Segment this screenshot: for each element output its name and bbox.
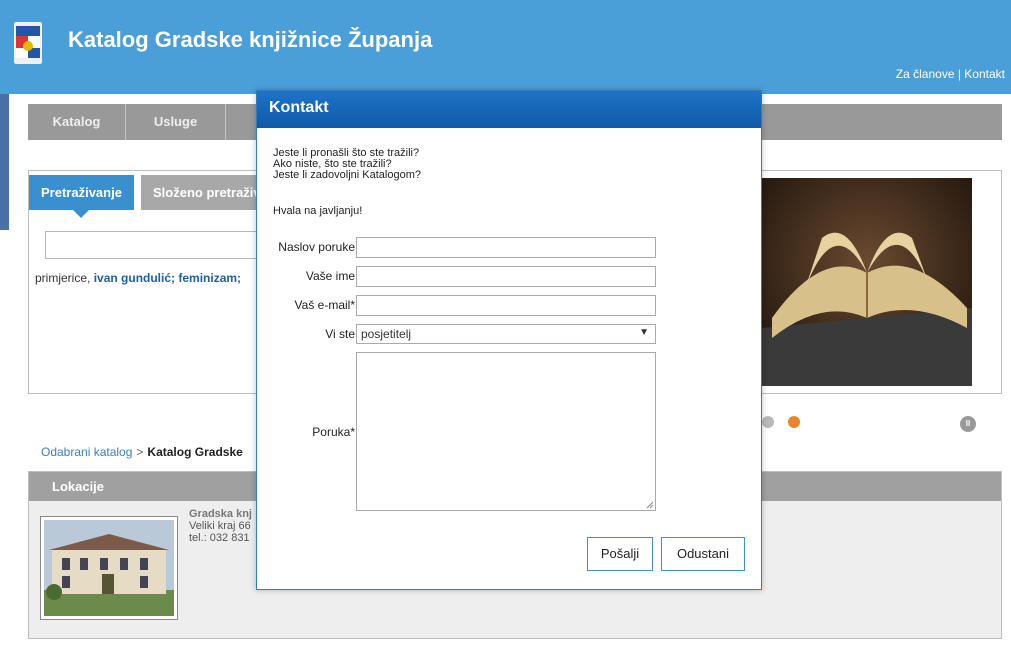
tab-advanced-search[interactable]: Složeno pretraživ	[141, 175, 261, 210]
dialog-thanks: Hvala na javljanju!	[273, 205, 363, 217]
library-building-image	[44, 520, 174, 616]
location-address: Veliki kraj 66	[189, 520, 251, 532]
nav-item-usluge[interactable]: Usluge	[126, 104, 226, 140]
open-book-image	[762, 178, 972, 386]
left-accent-strip	[0, 94, 9, 230]
location-info: Gradska knj Veliki kraj 66 tel.: 032 831	[189, 508, 252, 544]
slide-dot[interactable]	[762, 416, 774, 428]
slideshow-image	[762, 178, 972, 386]
resize-handle-icon[interactable]	[646, 501, 654, 509]
site-header: Katalog Gradske knjižnice Županja Za čla…	[0, 0, 1011, 94]
examples-prefix: primjerice,	[35, 271, 94, 285]
role-label: Vi ste	[325, 327, 355, 341]
subject-field[interactable]	[356, 237, 656, 258]
breadcrumb-link[interactable]: Odabrani katalog	[41, 445, 132, 459]
cancel-button[interactable]: Odustani	[661, 537, 745, 571]
breadcrumb-separator: >	[136, 445, 144, 459]
chevron-down-icon: ▼	[639, 327, 649, 338]
dialog-intro: Jeste li pronašli što ste tražili? Ako n…	[273, 148, 421, 181]
role-select-value: posjetitelj	[361, 327, 412, 341]
send-button[interactable]: Pošalji	[587, 537, 653, 571]
site-title: Katalog Gradske knjižnice Županja	[68, 27, 433, 52]
email-label: Vaš e-mail*	[294, 298, 355, 312]
subject-label: Naslov poruke	[278, 240, 355, 254]
links-separator: |	[954, 67, 965, 81]
breadcrumb: Odabrani katalog > Katalog Gradske	[41, 445, 243, 459]
header-links: Za članove | Kontakt	[896, 67, 1005, 81]
dialog-title: Kontakt	[257, 91, 761, 128]
location-name[interactable]: Gradska knj	[189, 508, 252, 520]
members-link[interactable]: Za članove	[896, 67, 955, 81]
location-phone: tel.: 032 831	[189, 532, 250, 544]
contact-link[interactable]: Kontakt	[964, 67, 1005, 81]
tab-search[interactable]: Pretraživanje	[29, 175, 134, 218]
search-input[interactable]	[45, 231, 265, 259]
library-photo	[40, 516, 178, 620]
name-label: Vaše ime	[305, 269, 355, 283]
intro-line: Jeste li zadovoljni Katalogom?	[273, 169, 421, 181]
coat-of-arms-logo[interactable]	[14, 22, 42, 64]
message-label: Poruka*	[312, 425, 355, 439]
pause-icon[interactable]: II	[960, 416, 976, 432]
example-queries[interactable]: ivan gundulić; feminizam;	[94, 271, 241, 285]
email-field[interactable]	[356, 295, 656, 316]
slide-dot-active[interactable]	[788, 416, 800, 428]
contact-dialog: Kontakt Jeste li pronašli što ste tražil…	[256, 90, 762, 590]
nav-item-katalog[interactable]: Katalog	[28, 104, 126, 140]
name-field[interactable]	[356, 266, 656, 287]
role-select[interactable]: posjetitelj ▼	[356, 324, 656, 344]
breadcrumb-current: Katalog Gradske	[147, 445, 243, 459]
message-textarea[interactable]	[356, 352, 656, 511]
search-examples: primjerice, ivan gundulić; feminizam;	[35, 271, 241, 285]
